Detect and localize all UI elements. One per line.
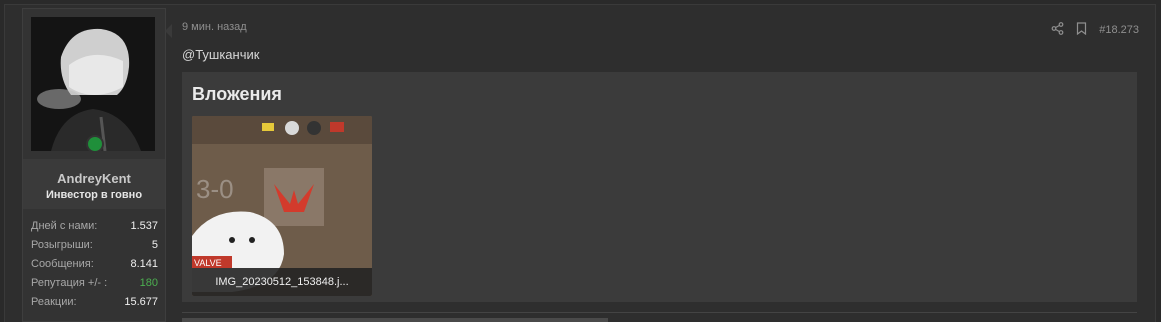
share-icon[interactable] — [1051, 22, 1064, 38]
stat-value: 8.141 — [130, 258, 158, 270]
stat-row-days: Дней с нами: 1.537 — [23, 217, 165, 236]
stat-row-messages: Сообщения: 8.141 — [23, 255, 165, 274]
avatar[interactable] — [31, 17, 155, 151]
user-title: Инвестор в говно — [45, 189, 143, 201]
stat-label: Дней с нами: — [31, 220, 98, 232]
stat-value: 15.677 — [124, 296, 158, 308]
mention-link[interactable]: @Тушканчик — [182, 47, 259, 62]
post-divider — [182, 312, 1137, 313]
stat-row-giveaways: Розыгрыши: 5 — [23, 236, 165, 255]
online-status-icon — [86, 135, 104, 153]
attachment-filename[interactable]: IMG_20230512_153848.j... — [192, 268, 372, 296]
user-info: AndreyKent Инвестор в говно — [23, 159, 165, 209]
stat-label: Реакции: — [31, 296, 77, 308]
username[interactable]: AndreyKent — [23, 171, 165, 186]
stat-row-reactions: Реакции: 15.677 — [23, 293, 165, 312]
user-panel: AndreyKent Инвестор в говно Дней с нами:… — [22, 8, 166, 322]
message-arrow — [165, 24, 172, 38]
attachment-thumbnail[interactable]: 3-0 VALVE IMG_20230512_153848.j... — [192, 116, 372, 296]
attachments-block: Вложения 3-0 VALVE IMG_20230512_153848.j… — [182, 72, 1137, 302]
stat-row-reputation: Репутация +/- : 180 — [23, 274, 165, 293]
post-timestamp[interactable]: 9 мин. назад — [182, 21, 247, 33]
stat-value: 1.537 — [130, 220, 158, 232]
valve-badge: VALVE — [194, 258, 222, 268]
stat-value: 5 — [151, 239, 158, 251]
stat-label: Розыгрыши: — [31, 239, 93, 251]
stat-label: Репутация +/- : — [31, 277, 108, 289]
attachments-title: Вложения — [192, 84, 282, 104]
bookmark-icon[interactable] — [1076, 22, 1087, 38]
post-actions: #18.273 — [1051, 22, 1139, 38]
bottom-bar — [182, 318, 608, 322]
stat-value: 180 — [139, 277, 158, 289]
score-text: 3-0 — [196, 174, 234, 204]
user-stats: Дней с нами: 1.537 Розыгрыши: 5 Сообщени… — [23, 217, 165, 312]
post-number[interactable]: #18.273 — [1099, 24, 1139, 36]
stat-label: Сообщения: — [31, 258, 94, 270]
